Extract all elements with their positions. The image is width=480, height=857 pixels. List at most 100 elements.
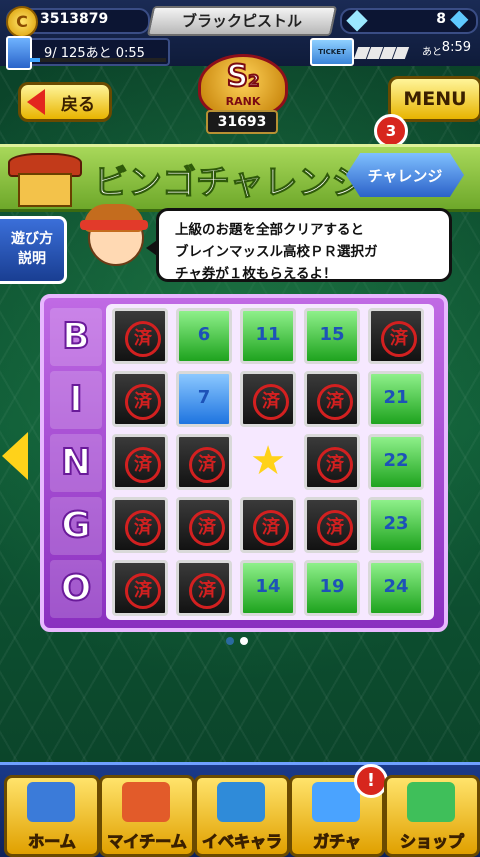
page-indicator [226,630,256,645]
how-to-play-line1: 遊び方 [11,231,53,247]
bingo-cell[interactable]: 7 [176,371,232,427]
team-icon [122,782,170,822]
nav-item-2[interactable]: イベキャラ [194,775,290,857]
nav-item-label: ガチャ [313,832,362,852]
coin-counter[interactable]: C 3513879 [6,6,150,38]
bingo-cell-number: 22 [383,450,409,471]
home-book-icon [27,782,75,822]
completed-stamp-icon: 済 [317,510,353,546]
completed-stamp-icon: 済 [317,447,353,483]
page-dot-current[interactable] [240,637,248,645]
nav-item-label: ホーム [28,832,77,852]
bingo-cell-number: 11 [255,324,281,345]
how-to-play-button[interactable]: 遊び方 説明 [0,216,67,284]
bubble-line-3: チャ券が１枚もらえるよ！ [175,266,337,282]
bingo-cell[interactable]: ★ [240,434,296,490]
bingo-cell-number: 23 [383,513,409,534]
page-title: ビンゴチャレンジ [94,163,367,204]
bingo-cell: 済 [304,497,360,553]
nav-item-label: マイチーム [107,832,188,852]
bingo-letter-i: I [50,371,102,429]
bingo-cell: 済 [368,308,424,364]
ticket-segments [353,44,420,59]
alert-badge-icon: ! [354,764,388,798]
bingo-cell[interactable]: 15 [304,308,360,364]
coin-icon: C [6,6,38,38]
completed-stamp-icon: 済 [189,447,225,483]
bingo-cell[interactable]: 19 [304,560,360,616]
bingo-cell-number: 6 [197,324,211,345]
rank-emblem[interactable]: S2 RANK 31693 [176,54,304,134]
completed-stamp-icon: 済 [125,510,161,546]
completed-stamp-icon: 済 [125,447,161,483]
event-character-icon [217,782,265,822]
bottom-navigation: ホーム マイチーム イベキャラ ガチャ! ショップ [0,762,480,857]
completed-stamp-icon: 済 [253,510,289,546]
bingo-cell[interactable]: 11 [240,308,296,364]
back-button[interactable]: 戻る [18,82,112,122]
ticket-segment [392,47,410,59]
stamina-bar-fill [30,58,40,62]
nav-item-3[interactable]: ガチャ! [289,764,388,857]
bingo-cell-number: 14 [255,576,281,597]
bingo-board: BINGO 済 6 11 15 済済 7 済済 21 済済 ★ 済 22 済済済済 23 済済 14 19 24 [40,294,448,632]
bingo-cell: 済 [112,434,168,490]
bingo-cell-number: 7 [197,387,211,408]
bingo-letter-n: N [50,434,102,492]
completed-stamp-icon: 済 [125,573,161,609]
bingo-cell: 済 [240,371,296,427]
back-button-label: 戻る [61,95,95,115]
stamina-meter: 9/ 125あと 0:55 [6,36,170,70]
bingo-cell[interactable]: 14 [240,560,296,616]
challenge-button-label: チャレンジ [367,167,443,185]
bingo-cell: 済 [112,371,168,427]
nav-item-label: ショップ [399,832,464,852]
completed-stamp-icon: 済 [189,573,225,609]
bingo-cell: 済 [176,497,232,553]
nav-item-label: イベキャラ [201,832,282,852]
stamina-card-icon [6,36,32,70]
add-gem-icon[interactable]: ◆ [450,5,476,31]
ticket-prefix: あと [422,47,442,58]
challenge-button[interactable]: チャレンジ [346,153,464,197]
bingo-cell[interactable]: 24 [368,560,424,616]
free-space-star-icon: ★ [250,438,286,484]
rank-label: RANK [225,95,261,108]
menu-button[interactable]: MENU [388,76,480,122]
nav-item-1[interactable]: マイチーム [99,775,195,857]
bingo-letter-b: B [50,308,102,366]
player-name: ブラックピストル [181,12,302,30]
completed-stamp-icon: 済 [317,384,353,420]
bingo-cell-number: 24 [383,576,409,597]
shrine-icon [8,149,82,207]
completed-stamp-icon: 済 [253,384,289,420]
ticket-timer: 8:59 [441,40,471,55]
speech-bubble: 上級のお題を全部クリアすると ブレインマッスル高校ＰＲ選択ガ チャ券が１枚もらえ… [156,208,452,282]
previous-page-arrow-icon[interactable] [2,432,28,480]
title-bar: ビンゴチャレンジ チャレンジ [0,144,480,212]
how-to-play-line2: 説明 [18,251,46,267]
page-dot[interactable] [226,637,234,645]
completed-stamp-icon: 済 [381,321,417,357]
bingo-cell[interactable]: 21 [368,371,424,427]
diamond-icon: ◆ [346,2,368,35]
gem-value: 8 [436,11,446,27]
completed-stamp-icon: 済 [125,321,161,357]
nav-item-0[interactable]: ホーム [4,775,100,857]
gacha-icon [312,782,360,822]
coin-value: 3513879 [40,11,109,27]
bingo-cell[interactable]: 22 [368,434,424,490]
stamina-bar [30,58,166,62]
guide-character [78,198,150,278]
bingo-cell[interactable]: 6 [176,308,232,364]
bingo-cell: 済 [176,434,232,490]
bingo-cell: 済 [304,434,360,490]
bingo-cell: 済 [112,497,168,553]
nav-item-4[interactable]: ショップ [384,775,480,857]
gem-counter[interactable]: ◆ 8 ◆ [340,4,478,34]
bingo-cell[interactable]: 23 [368,497,424,553]
bubble-line-2: ブレインマッスル高校ＰＲ選択ガ [175,244,378,260]
bingo-grid: 済 6 11 15 済済 7 済済 21 済済 ★ 済 22 済済済済 23 済済 14 19 24 [106,304,434,620]
shop-icon [407,782,455,822]
rank-points: 31693 [206,110,278,134]
